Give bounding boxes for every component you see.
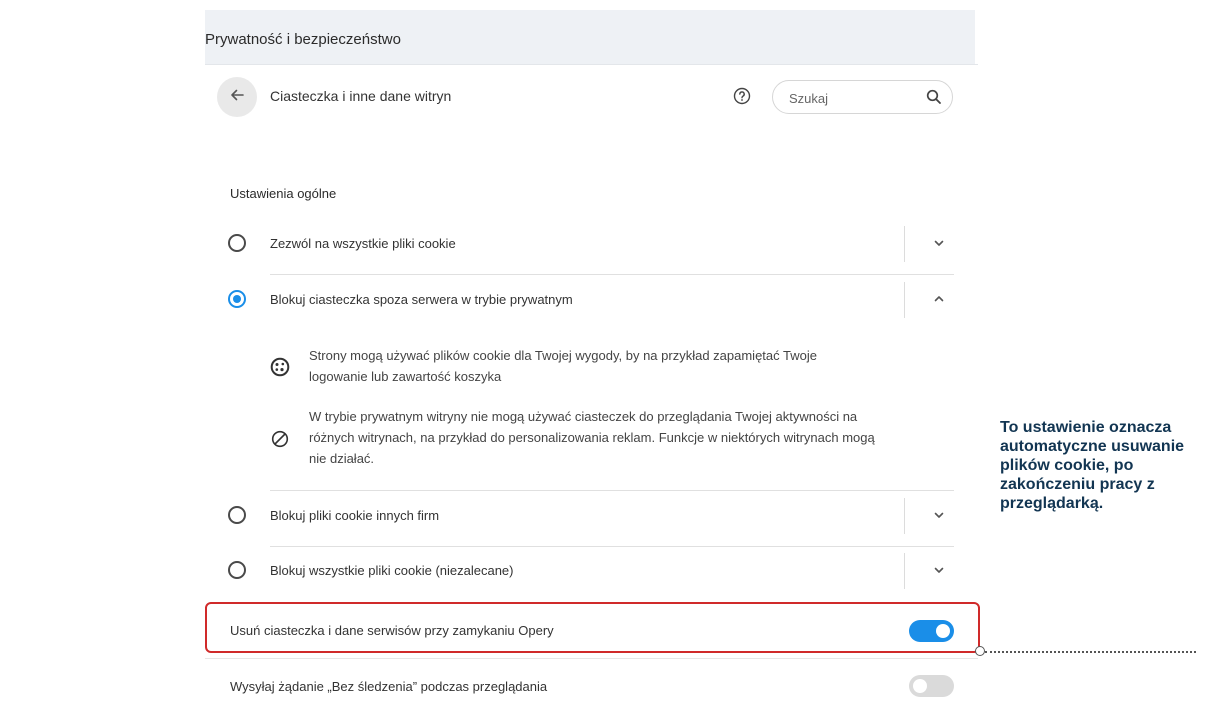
cookie-icon (270, 357, 290, 382)
block-icon (271, 430, 289, 453)
clear-on-exit-label: Usuń ciasteczka i dane serwisów przy zam… (230, 623, 554, 638)
annotation-pointer-dot (975, 646, 985, 656)
toggle-knob (913, 679, 927, 693)
option-label: Blokuj ciasteczka spoza serwera w trybie… (270, 292, 573, 307)
cookie-option-block-all[interactable]: Blokuj wszystkie pliki cookie (niezaleca… (225, 547, 955, 602)
option-label: Blokuj pliki cookie innych firm (270, 508, 440, 523)
toggle-knob (936, 624, 950, 638)
chevron-up-icon[interactable] (933, 292, 945, 310)
tracking-detail-text: W trybie prywatnym witryny nie mogą używ… (309, 409, 875, 466)
question-circle-icon[interactable] (733, 87, 751, 110)
back-button[interactable] (217, 77, 257, 117)
general-settings-heading: Ustawienia ogólne (230, 186, 337, 201)
page-subtitle: Ciasteczka i inne dane witryn (270, 88, 452, 104)
divider (904, 498, 905, 534)
cookie-detail-text: Strony mogą używać plików cookie dla Two… (309, 348, 817, 384)
search-input[interactable] (789, 89, 919, 107)
divider (270, 274, 954, 275)
divider (904, 553, 905, 589)
chevron-down-icon[interactable] (933, 508, 945, 526)
radio-button[interactable] (228, 234, 246, 252)
annotation-text: To ustawienie oznacza automatyczne usuwa… (1000, 419, 1185, 512)
magnifier-icon[interactable] (926, 89, 942, 110)
cookie-option-block-private[interactable]: Blokuj ciasteczka spoza serwera w trybie… (225, 276, 955, 331)
divider (904, 226, 905, 262)
divider (904, 282, 905, 318)
chevron-down-icon[interactable] (933, 236, 945, 254)
radio-button[interactable] (228, 506, 246, 524)
do-not-track-label: Wysyłaj żądanie „Bez śledzenia” podczas … (230, 679, 548, 694)
arrow-left-icon (229, 87, 245, 108)
cookie-option-allow-all[interactable]: Zezwól na wszystkie pliki cookie (225, 220, 955, 275)
search-field[interactable] (772, 80, 953, 114)
annotation-pointer-line (985, 651, 1196, 653)
radio-button[interactable] (228, 561, 246, 579)
chevron-down-icon[interactable] (933, 563, 945, 581)
option-label: Zezwól na wszystkie pliki cookie (270, 236, 456, 251)
cookie-option-block-third-party[interactable]: Blokuj pliki cookie innych firm (225, 492, 955, 547)
option-label: Blokuj wszystkie pliki cookie (niezaleca… (270, 563, 514, 578)
clear-on-exit-toggle[interactable] (909, 620, 954, 642)
divider (270, 490, 954, 491)
divider (205, 658, 978, 659)
section-title: Prywatność i bezpieczeństwo (205, 31, 401, 48)
radio-button-selected[interactable] (228, 290, 246, 308)
do-not-track-toggle[interactable] (909, 675, 954, 697)
